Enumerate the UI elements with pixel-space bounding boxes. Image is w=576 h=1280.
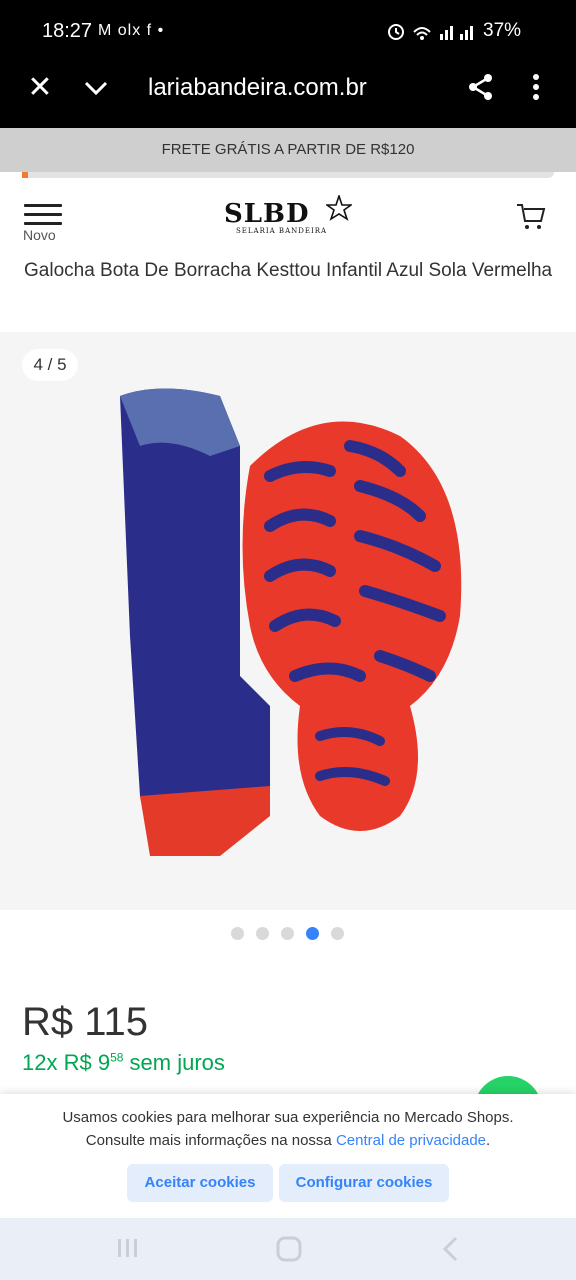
- logo-text: SLBD: [224, 199, 310, 229]
- recents-nav-icon[interactable]: [116, 1236, 140, 1260]
- gallery-dot[interactable]: [306, 927, 319, 940]
- back-nav-icon[interactable]: [440, 1236, 460, 1262]
- shipping-progress-bar: [22, 172, 554, 178]
- configure-cookies-button[interactable]: Configurar cookies: [279, 1164, 449, 1202]
- product-image[interactable]: [100, 376, 480, 856]
- logo-subtext: SELARIA BANDEIRA: [236, 227, 328, 235]
- wifi-signal-icon: [388, 24, 473, 40]
- gallery-dot[interactable]: [331, 927, 344, 940]
- image-counter: 4 / 5: [22, 349, 78, 381]
- installments-prefix: 12x R$ 9: [22, 1050, 111, 1075]
- installments-text: 12x R$ 958 sem juros: [22, 1050, 225, 1076]
- menu-label: Novo: [23, 227, 56, 243]
- notification-icons: M olx f •: [98, 22, 165, 39]
- browser-toolbar: ✕ lariabandeira.com.br: [0, 62, 576, 128]
- gallery-dot[interactable]: [281, 927, 294, 940]
- cookie-message-prefix: Consulte mais informações na nossa: [85, 1132, 332, 1149]
- cart-icon[interactable]: [516, 202, 546, 232]
- share-icon[interactable]: [466, 72, 496, 102]
- cookie-banner: Usamos cookies para melhorar sua experiê…: [0, 1094, 576, 1218]
- privacy-link[interactable]: Central de privacidade: [336, 1132, 486, 1149]
- logo-star-icon: [324, 193, 354, 227]
- close-icon[interactable]: ✕: [26, 73, 54, 103]
- gallery-pagination: [230, 927, 350, 941]
- gallery-dot[interactable]: [256, 927, 269, 940]
- cookie-message: Usamos cookies para melhorar sua experiê…: [20, 1106, 556, 1152]
- system-nav-bar: [0, 1218, 576, 1280]
- battery-level: 37%: [483, 20, 522, 41]
- free-shipping-banner: FRETE GRÁTIS A PARTIR DE R$120: [0, 128, 576, 172]
- url-field[interactable]: lariabandeira.com.br: [148, 74, 367, 102]
- store-logo[interactable]: SLBD SELARIA BANDEIRA: [222, 193, 362, 239]
- system-icons: [386, 22, 478, 46]
- chevron-down-icon[interactable]: [82, 74, 110, 102]
- installments-suffix: sem juros: [129, 1050, 225, 1075]
- status-time: 18:27: [42, 20, 93, 42]
- more-vert-icon[interactable]: [528, 72, 544, 102]
- product-price: R$ 115: [22, 1000, 149, 1044]
- cookie-message-line2: Consulte mais informações na nossa Centr…: [20, 1129, 556, 1152]
- accept-cookies-button[interactable]: Aceitar cookies: [127, 1164, 273, 1202]
- installments-cents: 58: [110, 1050, 124, 1065]
- cookie-message-suffix: .: [486, 1132, 491, 1149]
- cookie-message-line1: Usamos cookies para melhorar sua experiê…: [62, 1109, 514, 1126]
- shipping-progress-fill: [22, 172, 28, 178]
- status-bar: 18:27 M olx f • 37%: [0, 0, 576, 62]
- gallery-dot[interactable]: [231, 927, 244, 940]
- home-nav-icon[interactable]: [276, 1236, 302, 1262]
- product-title: Galocha Bota De Borracha Kesttou Infanti…: [24, 260, 553, 281]
